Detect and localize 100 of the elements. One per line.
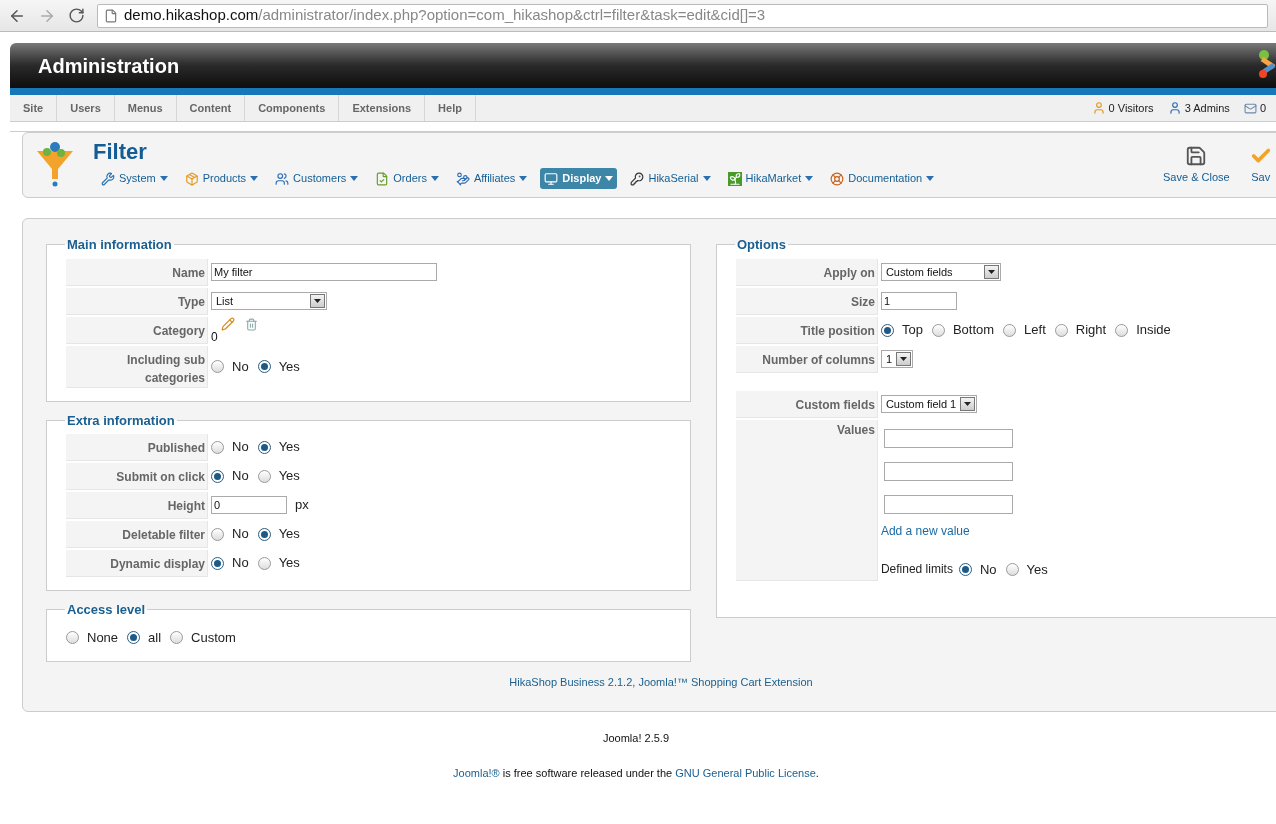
radio-label: Yes: [278, 554, 300, 573]
key-icon: [630, 171, 645, 186]
field-label: Size: [850, 293, 875, 311]
radio-button[interactable]: [66, 630, 79, 644]
radio-button[interactable]: [211, 527, 224, 541]
field-label: Defined limits: [880, 561, 953, 579]
radio-button[interactable]: [211, 440, 224, 454]
radio-button[interactable]: [211, 469, 224, 483]
menu-item[interactable]: Content: [176, 95, 246, 121]
radio-button[interactable]: [257, 527, 271, 541]
submenu-item[interactable]: Orders: [371, 168, 443, 189]
radio-button[interactable]: [1005, 562, 1019, 576]
radio-label: Yes: [278, 467, 300, 486]
radio-button[interactable]: [931, 323, 945, 337]
caret-icon: [895, 352, 911, 366]
field-label: Values: [836, 421, 875, 439]
lifebuoy-icon: [830, 171, 845, 186]
save-icon: [1185, 145, 1208, 167]
box-icon: [184, 171, 199, 186]
menu-item[interactable]: Site: [10, 95, 58, 121]
caret-icon: [605, 176, 614, 181]
field-label: Published: [147, 439, 205, 457]
url: demo.hikashop.com/administrator/index.php?option=com_hikashop&ctrl=filter&task=edit&cid[]=3: [124, 5, 766, 26]
menu-item[interactable]: Components: [245, 95, 340, 121]
submenu-item[interactable]: Documentation: [826, 168, 939, 189]
dropdown[interactable]: 1: [880, 350, 913, 368]
submenu-item[interactable]: Affiliates: [451, 168, 532, 189]
value-field[interactable]: [883, 494, 1013, 514]
reload-icon[interactable]: [68, 7, 85, 24]
menu-item[interactable]: Menus: [114, 95, 177, 121]
radio-button[interactable]: [958, 562, 972, 576]
user-icon: [1167, 101, 1182, 115]
status-count[interactable]: 0: [1259, 99, 1266, 117]
radio-button[interactable]: [880, 323, 894, 337]
dropdown[interactable]: List: [211, 292, 327, 310]
field-label: Category: [153, 322, 205, 340]
submenu-item[interactable]: HikaMarket: [723, 168, 818, 189]
edit-icon[interactable]: [221, 317, 235, 331]
text-field[interactable]: 0: [211, 496, 287, 514]
menu-item[interactable]: Extensions: [339, 95, 426, 121]
caret-icon: [702, 176, 711, 181]
submenu-item[interactable]: Display: [540, 168, 618, 189]
text-field[interactable]: 1: [880, 292, 957, 310]
joomla-link[interactable]: Joomla!®: [453, 766, 500, 779]
caret-icon: [159, 176, 168, 181]
caret-icon: [959, 397, 975, 411]
radio-label: Top: [901, 321, 923, 340]
radio-button[interactable]: [127, 630, 141, 644]
radio-label: Inside: [1136, 321, 1171, 340]
menu-item[interactable]: Users: [57, 95, 115, 121]
radio-button[interactable]: [1115, 323, 1129, 337]
radio-button[interactable]: [170, 630, 184, 644]
dropdown[interactable]: Custom field 1: [880, 395, 977, 413]
add-value-link[interactable]: Add a new value: [880, 521, 1050, 540]
section-title: Options: [735, 236, 788, 254]
page-title: Filter: [93, 139, 148, 165]
submenu-item[interactable]: Customers: [271, 168, 363, 189]
radio-label: None: [87, 628, 119, 647]
submenu-item[interactable]: Products: [180, 168, 263, 189]
radio-label: Yes: [278, 525, 300, 544]
radio-label: Yes: [278, 357, 300, 376]
section-title: Extra information: [66, 412, 176, 430]
text-field[interactable]: My filter: [211, 263, 437, 281]
funnel-icon: [35, 139, 75, 187]
radio-button[interactable]: [211, 556, 224, 570]
radio-button[interactable]: [1054, 323, 1068, 337]
radio-button[interactable]: [257, 360, 271, 373]
radio-button[interactable]: [257, 440, 271, 454]
trash-icon[interactable]: [245, 317, 258, 331]
radio-label: No: [232, 438, 249, 457]
document-icon: [375, 171, 390, 186]
field-label: Number of columns: [762, 351, 875, 369]
section-title: Access level: [66, 601, 147, 619]
status-count[interactable]: 0 Visitors: [1108, 99, 1154, 117]
radio-button[interactable]: [257, 556, 271, 570]
caret-icon: [983, 265, 999, 279]
radio-button[interactable]: [1003, 323, 1017, 337]
caret-icon: [926, 176, 935, 181]
radio-label: Bottom: [952, 321, 995, 340]
submenu-item[interactable]: System: [97, 168, 172, 189]
license-notice: Joomla!® is free software released under the GNU General Public License.: [453, 765, 819, 781]
caret-icon: [430, 176, 439, 181]
license-link[interactable]: GNU General Public License: [675, 766, 816, 779]
coins-icon: [455, 171, 470, 186]
field-label: Height: [167, 497, 205, 515]
toolbar-button[interactable]: Sav: [1249, 145, 1272, 186]
value-field[interactable]: [883, 461, 1013, 481]
radio-button[interactable]: [257, 469, 271, 483]
value-field[interactable]: [883, 428, 1013, 448]
field-label: Submit on click: [116, 468, 205, 486]
address-bar[interactable]: demo.hikashop.com/administrator/index.php?option=com_hikashop&ctrl=filter&task=edit&cid[]=3: [97, 3, 1268, 28]
menu-item[interactable]: Help: [425, 95, 476, 121]
submenu-item[interactable]: HikaSerial: [626, 168, 715, 189]
dropdown[interactable]: Custom fields: [880, 263, 1001, 281]
toolbar-button[interactable]: Save & Close: [1163, 145, 1230, 186]
monitor-icon: [544, 171, 559, 186]
credit-link[interactable]: HikaShop Business 2.1.2, Joomla!™ Shopping Cart Extension: [509, 674, 813, 691]
status-count[interactable]: 3 Admins: [1184, 99, 1230, 117]
radio-button[interactable]: [211, 360, 224, 373]
field-label: Type: [177, 293, 205, 311]
